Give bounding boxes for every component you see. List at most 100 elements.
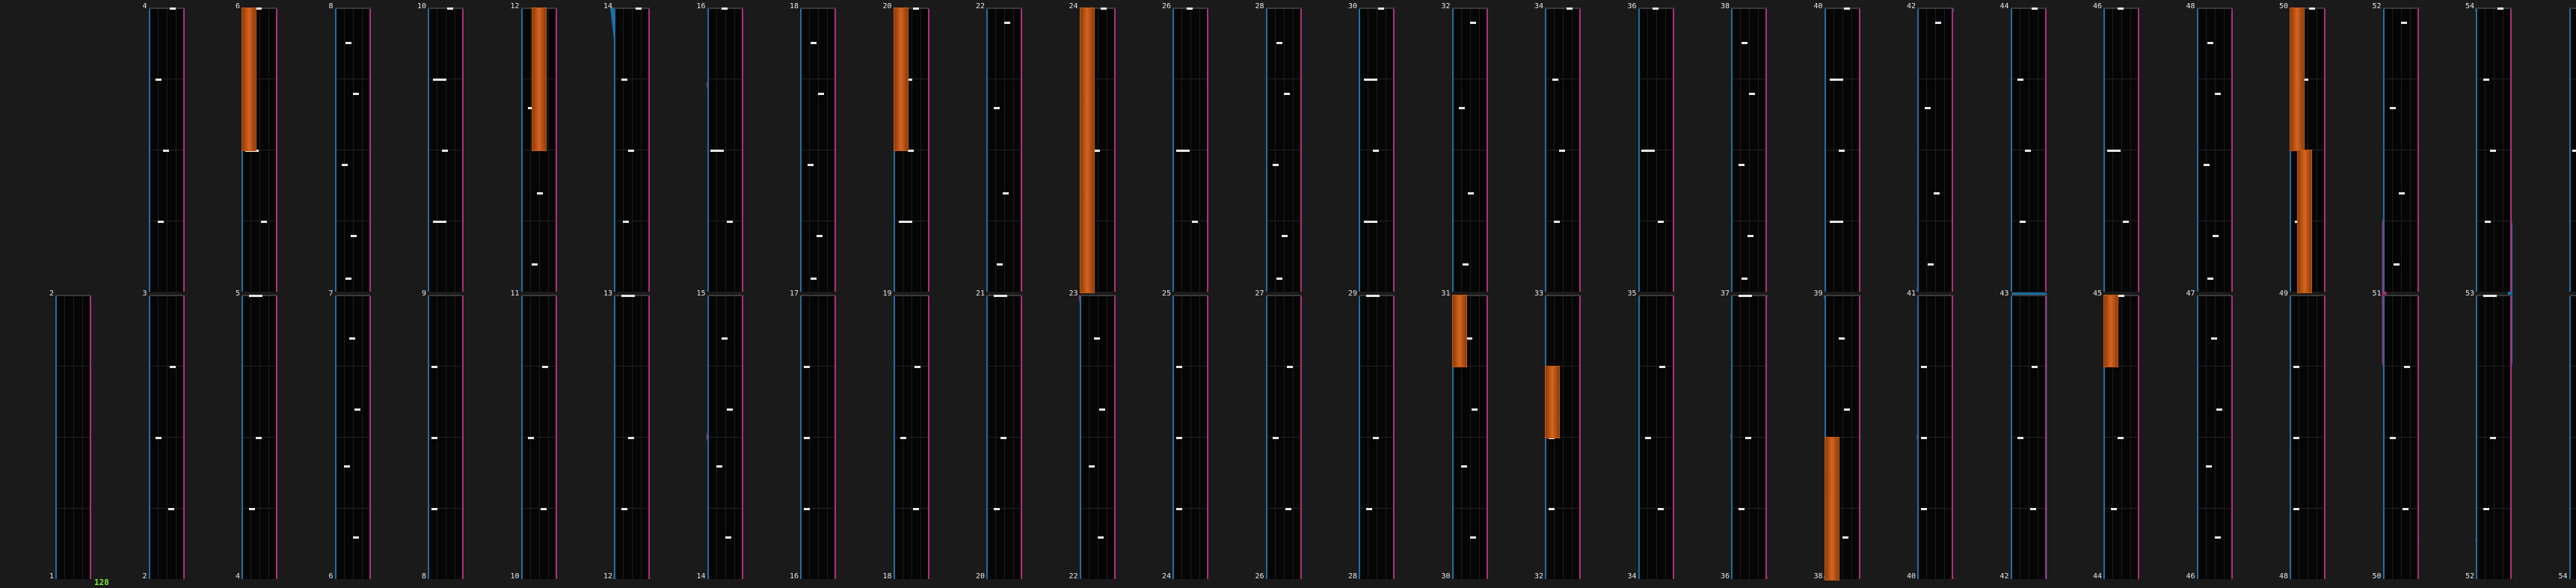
tap-note[interactable] xyxy=(1273,164,1279,166)
tap-note[interactable] xyxy=(2110,508,2117,510)
tap-note[interactable] xyxy=(1566,7,1573,10)
tap-note[interactable] xyxy=(912,7,919,10)
chart-lane-bottom[interactable] xyxy=(2103,295,2139,579)
chart-lane-top[interactable] xyxy=(2103,7,2139,292)
tap-note[interactable] xyxy=(1738,508,1745,510)
chart-lane-bottom[interactable] xyxy=(707,295,743,579)
tap-note[interactable] xyxy=(2293,366,2299,368)
tap-note[interactable] xyxy=(1460,465,1467,468)
tap-note[interactable] xyxy=(2390,107,2397,109)
tap-note[interactable] xyxy=(345,278,351,280)
tap-note[interactable] xyxy=(2213,235,2219,237)
tap-note[interactable] xyxy=(2404,366,2411,368)
chart-lane-top[interactable] xyxy=(2569,7,2576,292)
tap-note[interactable] xyxy=(2309,7,2316,10)
chart-lane-top[interactable] xyxy=(334,7,371,292)
tap-note[interactable] xyxy=(342,164,348,166)
tap-note[interactable] xyxy=(1829,79,1843,81)
tap-note[interactable] xyxy=(1459,107,1466,109)
tap-note[interactable] xyxy=(1002,192,1009,195)
tap-note[interactable] xyxy=(1745,437,1752,439)
tap-note[interactable] xyxy=(628,437,635,439)
tap-note[interactable] xyxy=(1273,437,1279,439)
chart-lane-bottom[interactable] xyxy=(2010,295,2047,579)
tap-note[interactable] xyxy=(1364,221,1378,223)
tap-note[interactable] xyxy=(1552,79,1558,81)
tap-note[interactable] xyxy=(993,508,1000,510)
tap-note[interactable] xyxy=(1093,150,1100,152)
hold-note[interactable] xyxy=(531,7,547,151)
tap-note[interactable] xyxy=(1365,295,1380,297)
chart-lane-bottom[interactable] xyxy=(2476,295,2512,579)
tap-note[interactable] xyxy=(1829,221,1843,223)
tap-note[interactable] xyxy=(2032,366,2038,368)
tap-note[interactable] xyxy=(1175,150,1190,152)
tap-note[interactable] xyxy=(803,508,810,510)
tap-note[interactable] xyxy=(431,366,437,368)
tap-note[interactable] xyxy=(1097,536,1104,539)
tap-note[interactable] xyxy=(1468,192,1475,195)
tap-note[interactable] xyxy=(2483,79,2489,81)
chart-lane-top[interactable] xyxy=(1359,7,1395,292)
tap-note[interactable] xyxy=(1471,408,1478,411)
tap-note[interactable] xyxy=(1365,508,1372,510)
tap-note[interactable] xyxy=(1466,337,1472,340)
hold-note[interactable] xyxy=(2290,7,2305,151)
tap-note[interactable] xyxy=(2400,22,2407,24)
tap-note[interactable] xyxy=(907,150,914,152)
tap-note[interactable] xyxy=(1657,508,1664,510)
chart-lane-bottom[interactable] xyxy=(1172,295,1208,579)
tap-note[interactable] xyxy=(162,150,169,152)
tap-note[interactable] xyxy=(628,150,635,152)
tap-note[interactable] xyxy=(2393,263,2400,266)
tap-note[interactable] xyxy=(1098,408,1105,411)
tap-note[interactable] xyxy=(156,79,162,81)
tap-note[interactable] xyxy=(2017,79,2024,81)
chart-lane-bottom[interactable] xyxy=(1545,295,1581,579)
tap-note[interactable] xyxy=(248,295,262,297)
tap-note[interactable] xyxy=(1652,7,1659,10)
chart-lane-bottom[interactable] xyxy=(2569,295,2576,579)
tap-note[interactable] xyxy=(2402,508,2409,510)
tap-note[interactable] xyxy=(352,536,359,539)
tap-note[interactable] xyxy=(1838,150,1845,152)
tap-note[interactable] xyxy=(2204,164,2210,166)
tap-note[interactable] xyxy=(621,295,635,297)
tap-note[interactable] xyxy=(1276,41,1282,44)
tap-note[interactable] xyxy=(1548,508,1555,510)
chart-lane-bottom[interactable] xyxy=(1079,295,1116,579)
chart-lane-top[interactable] xyxy=(1079,7,1116,293)
chart-lane-top[interactable] xyxy=(614,7,650,292)
hold-note[interactable] xyxy=(893,7,909,151)
tap-note[interactable] xyxy=(261,221,268,223)
tap-note[interactable] xyxy=(721,337,728,340)
tap-note[interactable] xyxy=(528,437,535,439)
tap-note[interactable] xyxy=(433,79,447,81)
tap-note[interactable] xyxy=(351,235,357,237)
chart-lane-bottom[interactable] xyxy=(1638,295,1674,579)
tap-note[interactable] xyxy=(993,107,1000,109)
tap-note[interactable] xyxy=(1924,107,1931,109)
tap-note[interactable] xyxy=(997,263,1003,266)
chart-lane-top[interactable] xyxy=(1545,7,1581,292)
tap-note[interactable] xyxy=(2490,437,2497,439)
tap-note[interactable] xyxy=(1175,437,1182,439)
chart-lane-top[interactable] xyxy=(2382,7,2419,292)
tap-note[interactable] xyxy=(912,508,919,510)
tap-note[interactable] xyxy=(1282,235,1288,237)
hold-note[interactable] xyxy=(1079,7,1095,293)
tap-note[interactable] xyxy=(818,93,824,95)
tap-note[interactable] xyxy=(542,366,549,368)
tap-note[interactable] xyxy=(1928,263,1934,266)
tap-note[interactable] xyxy=(354,408,360,411)
tap-note[interactable] xyxy=(726,408,733,411)
tap-note[interactable] xyxy=(898,221,912,223)
tap-note[interactable] xyxy=(1469,22,1476,24)
tap-note[interactable] xyxy=(1657,221,1664,223)
chart-lane-top[interactable] xyxy=(800,7,836,292)
tap-note[interactable] xyxy=(2106,150,2121,152)
chart-lane-top[interactable] xyxy=(2290,7,2326,293)
chart-lane-top[interactable] xyxy=(1917,7,1953,292)
tap-note[interactable] xyxy=(540,508,547,510)
tap-note[interactable] xyxy=(2497,7,2503,10)
